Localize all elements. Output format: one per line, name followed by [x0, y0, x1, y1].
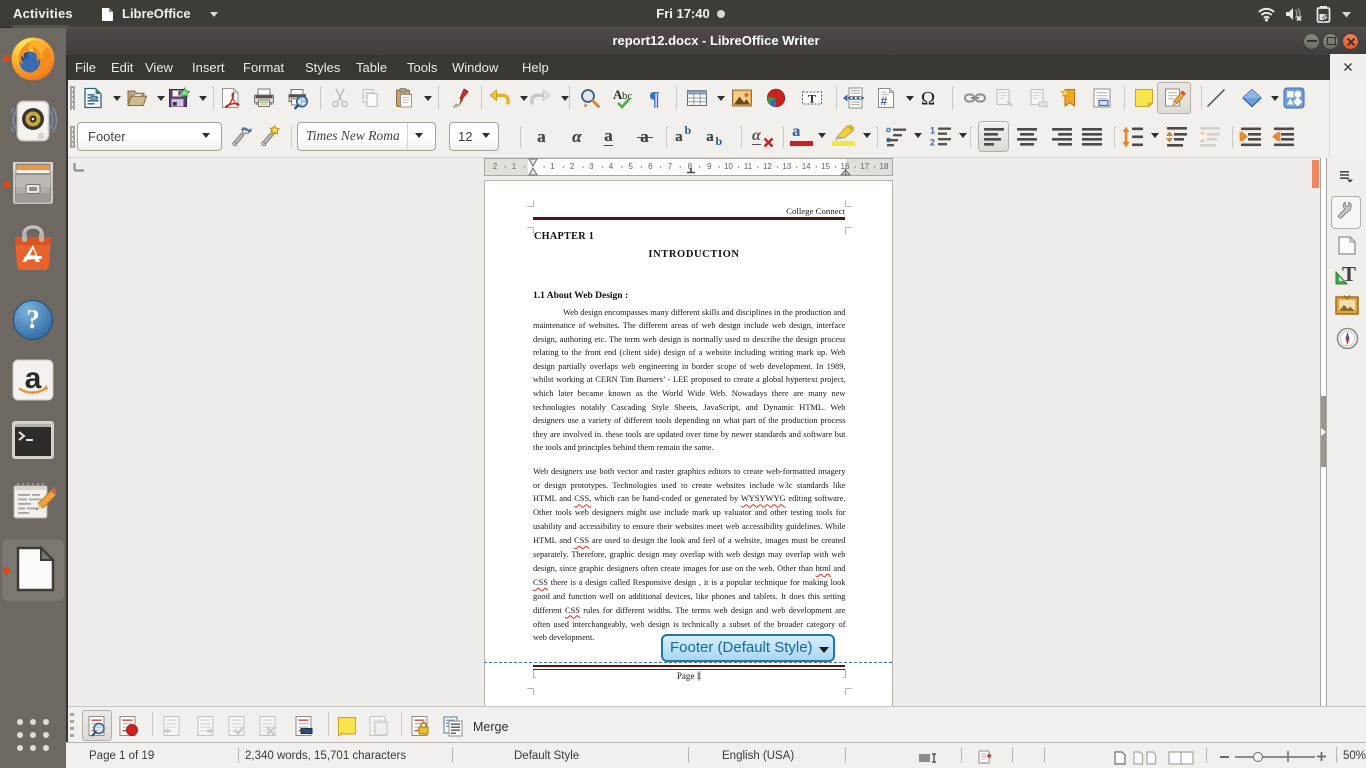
svg-text:#: # — [881, 94, 888, 108]
svg-text:?: ? — [26, 304, 40, 334]
svg-text:T: T — [808, 92, 816, 106]
svg-text:a: a — [25, 362, 42, 395]
svg-text:Ω: Ω — [921, 89, 935, 110]
svg-text:¶: ¶ — [649, 88, 660, 110]
svg-text:T: T — [1342, 262, 1356, 286]
svg-text:2: 2 — [930, 138, 935, 148]
svg-text:1: 1 — [930, 126, 935, 136]
svg-text:*: * — [987, 751, 992, 765]
